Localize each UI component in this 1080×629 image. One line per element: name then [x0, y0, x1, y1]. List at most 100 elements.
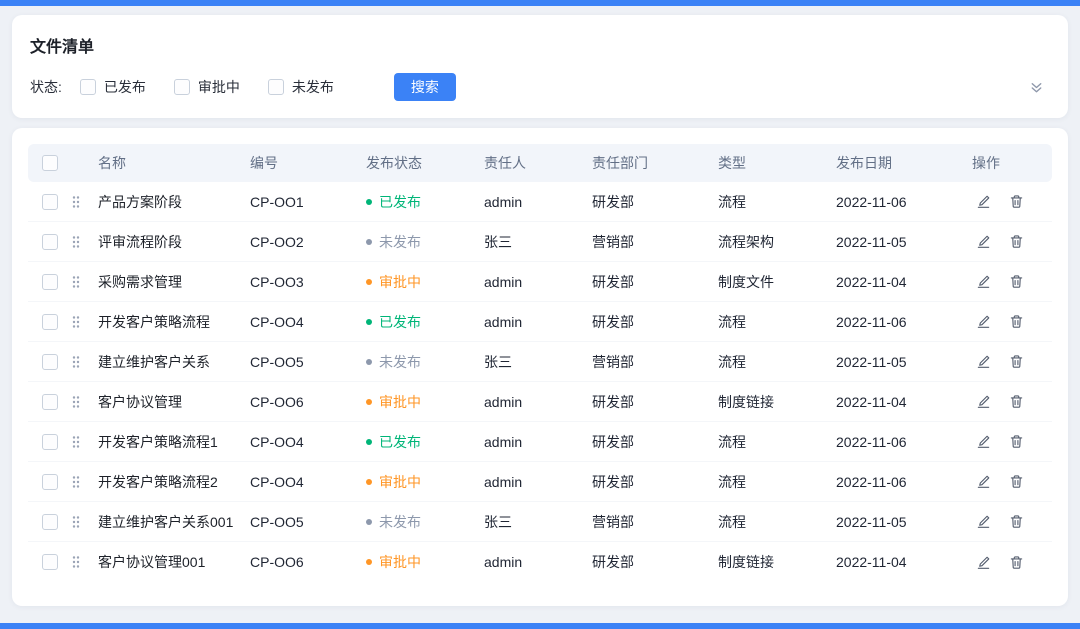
file-type: 制度链接 [718, 392, 836, 412]
file-dept: 研发部 [592, 472, 718, 492]
delete-icon[interactable] [1009, 555, 1024, 570]
drag-handle-icon[interactable] [72, 355, 80, 369]
drag-handle-icon[interactable] [72, 515, 80, 529]
delete-icon[interactable] [1009, 434, 1024, 449]
checkbox-icon[interactable] [268, 79, 284, 95]
col-header-date: 发布日期 [836, 153, 972, 173]
edit-icon[interactable] [976, 555, 991, 570]
file-date: 2022-11-04 [836, 394, 972, 410]
col-header-name: 名称 [98, 153, 250, 173]
row-checkbox[interactable] [42, 274, 58, 290]
row-cell-drag [72, 195, 98, 209]
edit-icon[interactable] [976, 394, 991, 409]
checkbox-icon[interactable] [80, 79, 96, 95]
file-type: 制度文件 [718, 272, 836, 292]
drag-handle-icon[interactable] [72, 555, 80, 569]
drag-handle-icon[interactable] [72, 315, 80, 329]
file-status: 审批中 [366, 392, 484, 412]
edit-icon[interactable] [976, 274, 991, 289]
row-actions [972, 234, 1052, 249]
row-cell-select [28, 234, 72, 250]
search-button[interactable]: 搜索 [394, 73, 456, 101]
collapse-chevron-icon[interactable] [1029, 80, 1044, 95]
delete-icon[interactable] [1009, 474, 1024, 489]
row-checkbox[interactable] [42, 394, 58, 410]
delete-icon[interactable] [1009, 314, 1024, 329]
status-filter-label: 状态: [28, 77, 62, 97]
file-code: CP-OO6 [250, 554, 366, 570]
filter-panel: 文件清单 状态: 已发布 审批中 未发布 搜索 [12, 15, 1068, 118]
row-checkbox[interactable] [42, 314, 58, 330]
row-checkbox[interactable] [42, 354, 58, 370]
row-checkbox[interactable] [42, 434, 58, 450]
row-cell-drag [72, 475, 98, 489]
status-label: 审批中 [379, 392, 421, 412]
status-label: 未发布 [379, 512, 421, 532]
drag-handle-icon[interactable] [72, 275, 80, 289]
table-row: 开发客户策略流程2 CP-OO4 审批中 admin 研发部 流程 2022-1… [28, 462, 1052, 502]
file-owner: admin [484, 394, 592, 410]
file-type: 流程架构 [718, 232, 836, 252]
file-dept: 研发部 [592, 432, 718, 452]
edit-icon[interactable] [976, 514, 991, 529]
filter-checkbox-published[interactable]: 已发布 [80, 77, 146, 97]
delete-icon[interactable] [1009, 514, 1024, 529]
delete-icon[interactable] [1009, 274, 1024, 289]
checkbox-label: 未发布 [292, 77, 334, 97]
drag-handle-icon[interactable] [72, 235, 80, 249]
table-row: 客户协议管理 CP-OO6 审批中 admin 研发部 制度链接 2022-11… [28, 382, 1052, 422]
file-code: CP-OO4 [250, 314, 366, 330]
file-type: 流程 [718, 472, 836, 492]
edit-icon[interactable] [976, 474, 991, 489]
delete-icon[interactable] [1009, 194, 1024, 209]
filter-checkbox-reviewing[interactable]: 审批中 [174, 77, 240, 97]
file-code: CP-OO3 [250, 274, 366, 290]
file-name: 建立维护客户关系001 [98, 512, 250, 532]
filter-checkbox-unpublished[interactable]: 未发布 [268, 77, 334, 97]
select-all-checkbox[interactable] [42, 155, 58, 171]
file-date: 2022-11-05 [836, 234, 972, 250]
edit-icon[interactable] [976, 234, 991, 249]
edit-icon[interactable] [976, 434, 991, 449]
file-status: 已发布 [366, 312, 484, 332]
row-actions [972, 514, 1052, 529]
row-checkbox[interactable] [42, 474, 58, 490]
file-dept: 研发部 [592, 272, 718, 292]
col-header-status: 发布状态 [366, 153, 484, 173]
file-status: 已发布 [366, 192, 484, 212]
drag-handle-icon[interactable] [72, 475, 80, 489]
row-cell-drag [72, 275, 98, 289]
file-dept: 营销部 [592, 512, 718, 532]
file-name: 开发客户策略流程2 [98, 472, 250, 492]
row-checkbox[interactable] [42, 514, 58, 530]
file-date: 2022-11-06 [836, 194, 972, 210]
status-dot-icon [366, 319, 372, 325]
file-name: 评审流程阶段 [98, 232, 250, 252]
edit-icon[interactable] [976, 354, 991, 369]
status-dot-icon [366, 519, 372, 525]
checkbox-icon[interactable] [174, 79, 190, 95]
file-code: CP-OO4 [250, 434, 366, 450]
file-type: 流程 [718, 352, 836, 372]
status-dot-icon [366, 199, 372, 205]
delete-icon[interactable] [1009, 354, 1024, 369]
drag-handle-icon[interactable] [72, 195, 80, 209]
row-checkbox[interactable] [42, 194, 58, 210]
edit-icon[interactable] [976, 314, 991, 329]
edit-icon[interactable] [976, 194, 991, 209]
row-checkbox[interactable] [42, 554, 58, 570]
file-dept: 营销部 [592, 352, 718, 372]
row-cell-select [28, 354, 72, 370]
delete-icon[interactable] [1009, 394, 1024, 409]
drag-handle-icon[interactable] [72, 435, 80, 449]
drag-handle-icon[interactable] [72, 395, 80, 409]
delete-icon[interactable] [1009, 234, 1024, 249]
col-header-type: 类型 [718, 153, 836, 173]
file-dept: 营销部 [592, 232, 718, 252]
file-status: 审批中 [366, 552, 484, 572]
row-cell-select [28, 314, 72, 330]
file-owner: 张三 [484, 352, 592, 372]
row-checkbox[interactable] [42, 234, 58, 250]
status-label: 已发布 [379, 192, 421, 212]
file-status: 审批中 [366, 272, 484, 292]
